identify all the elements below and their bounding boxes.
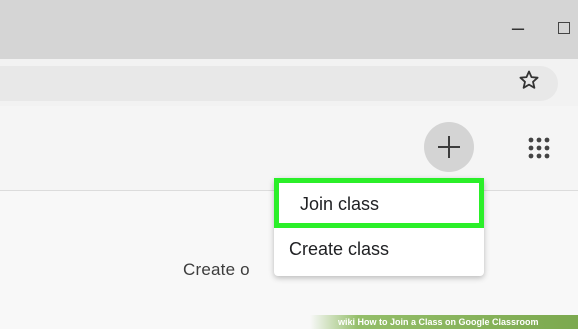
add-class-button[interactable] <box>424 122 474 172</box>
add-class-menu: Join class Create class <box>274 178 484 276</box>
join-class-label: Join class <box>300 194 380 214</box>
browser-titlebar: – <box>0 0 578 59</box>
minimize-button[interactable]: – <box>508 17 528 39</box>
browser-toolbar <box>0 59 578 107</box>
create-class-label: Create class <box>289 239 390 259</box>
apps-grid-icon[interactable] <box>528 137 550 159</box>
maximize-button[interactable] <box>558 22 570 34</box>
star-icon[interactable] <box>517 68 541 92</box>
join-class-menu-item[interactable]: Join class <box>274 178 484 228</box>
address-bar[interactable] <box>0 66 558 101</box>
wikihow-watermark: wiki How to Join a Class on Google Class… <box>310 315 578 329</box>
create-class-menu-item[interactable]: Create class <box>274 233 484 275</box>
